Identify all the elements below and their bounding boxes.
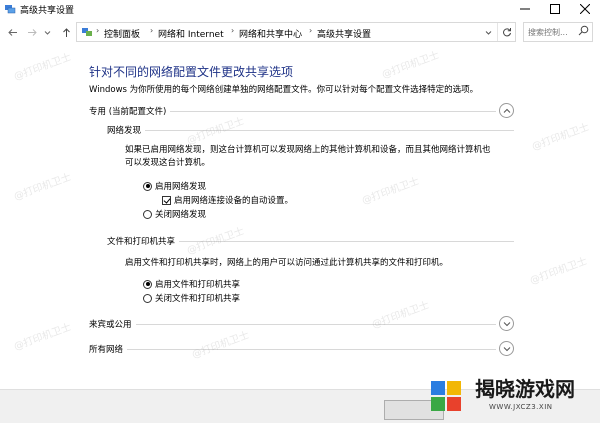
profile-private-header[interactable]: 专用 (当前配置文件) xyxy=(89,103,514,118)
section-divider xyxy=(89,324,496,325)
breadcrumb-advanced-sharing[interactable]: 高级共享设置 xyxy=(317,27,371,40)
page-description: Windows 为你所使用的每个网络创建单独的网络配置文件。你可以针对每个配置文… xyxy=(89,85,479,95)
radio-sharing-on[interactable]: 启用文件和打印机共享 xyxy=(143,278,240,290)
radio-button-unselected[interactable] xyxy=(143,209,152,219)
profile-private-label: 专用 (当前配置文件) xyxy=(89,105,171,117)
radio-discovery-off[interactable]: 关闭网络发现 xyxy=(143,208,206,220)
chevron-down-icon xyxy=(503,346,510,351)
minimize-icon xyxy=(520,8,530,10)
site-logo-name: 揭晓游戏网 xyxy=(475,377,575,401)
refresh-icon xyxy=(502,28,511,37)
site-logo: 揭晓游戏网 WWW.JXCZ3.XIN xyxy=(423,371,600,423)
forward-button[interactable] xyxy=(24,24,40,40)
address-bar: › 控制面板 › 网络和 Internet › 网络和共享中心 › 高级共享设置 xyxy=(0,20,600,44)
search-input[interactable] xyxy=(528,26,578,38)
back-button[interactable] xyxy=(4,24,20,40)
network-sharing-app-icon xyxy=(5,5,16,14)
network-discovery-header: 网络发现 xyxy=(107,124,514,136)
expand-guest-button[interactable] xyxy=(499,316,514,331)
file-printer-sharing-title: 文件和打印机共享 xyxy=(107,235,180,247)
section-divider xyxy=(107,130,514,131)
search-box[interactable] xyxy=(523,22,593,42)
close-button[interactable] xyxy=(570,0,600,18)
breadcrumb-separator: › xyxy=(150,26,154,35)
checkbox-auto-setup[interactable]: 启用网络连接设备的自动设置。 xyxy=(162,194,293,206)
network-discovery-description-line2: 可以发现这台计算机。 xyxy=(125,158,211,168)
maximize-icon xyxy=(550,4,560,14)
chevron-down-icon xyxy=(485,30,491,35)
close-icon xyxy=(580,4,590,14)
profile-guest-label: 来宾或公用 xyxy=(89,318,136,330)
radio-sharing-on-label: 启用文件和打印机共享 xyxy=(155,280,241,290)
site-logo-mark-icon xyxy=(431,381,461,411)
file-printer-sharing-header: 文件和打印机共享 xyxy=(107,235,514,247)
recent-locations-button[interactable] xyxy=(42,24,52,40)
expand-all-button[interactable] xyxy=(499,341,514,356)
minimize-button[interactable] xyxy=(510,0,540,18)
network-discovery-description-line1: 如果已启用网络发现，则这台计算机可以发现网络上的其他计算机和设备，而且其他网络计… xyxy=(125,145,491,155)
profile-guest-header[interactable]: 来宾或公用 xyxy=(89,316,514,331)
search-icon xyxy=(578,25,589,36)
section-divider xyxy=(89,349,496,350)
radio-discovery-off-label: 关闭网络发现 xyxy=(155,210,207,220)
window-title: 高级共享设置 xyxy=(20,6,75,16)
chevron-down-icon xyxy=(503,321,510,326)
arrow-right-icon xyxy=(27,28,37,36)
network-discovery-description: 如果已启用网络发现，则这台计算机可以发现网络上的其他计算机和设备，而且其他网络计… xyxy=(125,144,515,170)
profile-all-label: 所有网络 xyxy=(89,343,128,355)
radio-button-selected[interactable] xyxy=(143,181,152,191)
radio-discovery-on[interactable]: 启用网络发现 xyxy=(143,180,206,192)
checkbox-auto-setup-label: 启用网络连接设备的自动设置。 xyxy=(174,196,294,206)
collapse-private-button[interactable] xyxy=(499,103,514,118)
title-bar: 高级共享设置 xyxy=(0,0,600,18)
breadcrumb-separator: › xyxy=(231,26,235,35)
radio-discovery-on-label: 启用网络发现 xyxy=(155,182,207,192)
network-location-icon xyxy=(82,28,92,36)
main-content: 针对不同的网络配置文件更改共享选项 Windows 为你所使用的每个网络创建单独… xyxy=(0,46,600,389)
radio-button-unselected[interactable] xyxy=(143,293,152,303)
radio-sharing-off[interactable]: 关闭文件和打印机共享 xyxy=(143,292,240,304)
arrow-left-icon xyxy=(7,28,17,36)
page-title: 针对不同的网络配置文件更改共享选项 xyxy=(89,65,294,79)
address-field[interactable]: › 控制面板 › 网络和 Internet › 网络和共享中心 › 高级共享设置 xyxy=(76,22,516,42)
arrow-up-icon xyxy=(62,27,70,37)
breadcrumb-separator: › xyxy=(309,26,313,35)
refresh-button[interactable] xyxy=(497,23,515,41)
maximize-button[interactable] xyxy=(540,0,570,18)
breadcrumb-separator: › xyxy=(96,26,100,35)
profile-all-header[interactable]: 所有网络 xyxy=(89,341,514,356)
address-dropdown-button[interactable] xyxy=(479,23,497,41)
chevron-up-icon xyxy=(503,108,510,113)
radio-button-selected[interactable] xyxy=(143,279,152,289)
site-logo-url: WWW.JXCZ3.XIN xyxy=(489,403,553,411)
chevron-down-icon xyxy=(44,30,50,35)
file-printer-sharing-description: 启用文件和打印机共享时，网络上的用户可以访问通过此计算机共享的文件和打印机。 xyxy=(125,258,449,268)
breadcrumb-network-sharing-center[interactable]: 网络和共享中心 xyxy=(239,27,302,40)
up-button[interactable] xyxy=(58,24,74,40)
checkbox-checked[interactable] xyxy=(162,195,171,205)
breadcrumb-control-panel[interactable]: 控制面板 xyxy=(104,27,140,40)
breadcrumb-network-internet[interactable]: 网络和 Internet xyxy=(158,27,224,40)
radio-sharing-off-label: 关闭文件和打印机共享 xyxy=(155,294,241,304)
network-discovery-title: 网络发现 xyxy=(107,124,146,136)
